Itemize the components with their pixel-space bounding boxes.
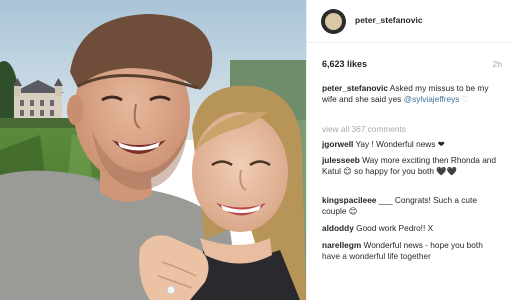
comment-item: kingspacileee ___ Congrats! Such a cute … [322, 195, 497, 218]
caption-mention-link[interactable]: @sylviajeffreys [404, 94, 460, 104]
post-header: peter_stefanovic [307, 0, 512, 43]
post-caption: peter_stefanovic Asked my missus to be m… [322, 83, 497, 106]
post-time: 2h [492, 59, 502, 69]
likes-row: 6,623 likes 2h [322, 58, 502, 70]
comment-username[interactable]: jgorwell [322, 139, 353, 149]
post-author-username[interactable]: peter_stefanovic [355, 15, 423, 27]
comment-username[interactable]: aldoddy [322, 223, 354, 233]
profile-avatar-icon[interactable] [321, 9, 346, 34]
comment-item: julesseeb Way more exciting then Rhonda … [322, 155, 497, 178]
caption-extra: ♡ [459, 94, 470, 105]
comment-item: aldoddy Good work Pedro!! X [322, 223, 497, 234]
comment-text: Yay ! Wonderful news ❤ [353, 139, 445, 149]
view-all-comments-link[interactable]: view all 367 comments [322, 124, 406, 135]
caption-username[interactable]: peter_stefanovic [322, 83, 388, 93]
comments-panel: peter_stefanovic 6,623 likes 2h peter_st… [306, 0, 512, 300]
post-photo[interactable] [0, 0, 306, 300]
comment-username[interactable]: julesseeb [322, 155, 360, 165]
comment-item: narellegm Wonderful news - hope you both… [322, 240, 497, 263]
avatar-badge [325, 13, 342, 30]
engagement-selfie-image [0, 0, 306, 300]
comment-item: jgorwell Yay ! Wonderful news ❤ [322, 139, 497, 150]
comment-username[interactable]: kingspacileee [322, 195, 376, 205]
comment-username[interactable]: narellegm [322, 240, 361, 250]
likes-count[interactable]: 6,623 likes [322, 59, 367, 69]
comment-text: Good work Pedro!! X [353, 223, 434, 233]
